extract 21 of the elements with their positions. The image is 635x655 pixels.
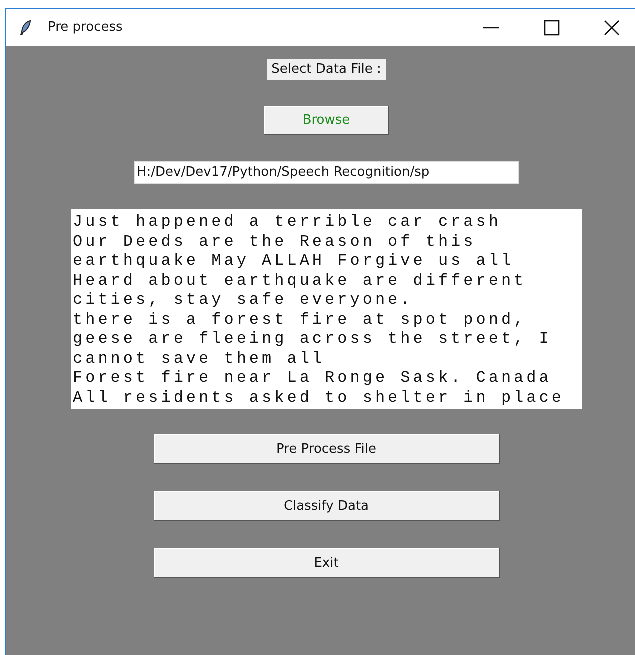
- action-button[interactable]: Pre Process File: [154, 434, 500, 464]
- maximize-icon[interactable]: [544, 20, 560, 36]
- browse-button[interactable]: Browse: [264, 106, 389, 135]
- text-line: cannot save them all: [73, 350, 326, 369]
- select-label: Select Data File :: [266, 59, 386, 80]
- text-line: geese are fleeing across the street, I: [73, 330, 553, 350]
- text-line: Heard about earthquake are different: [73, 272, 528, 291]
- text-line: cities, stay safe everyone.: [73, 291, 414, 310]
- window-title: Pre process: [48, 20, 124, 35]
- feather-icon: [20, 20, 32, 36]
- text-line: All residents asked to shelter in place: [73, 388, 566, 408]
- text-line: there is a forest fire at spot pond,: [73, 310, 528, 330]
- action-button[interactable]: Exit: [154, 548, 500, 578]
- text-line: Our Deeds are the Reason of this: [73, 232, 478, 252]
- text-area[interactable]: [71, 209, 582, 409]
- text-line: Just happened a terrible car crash: [73, 213, 502, 232]
- text-line: Forest fire near La Ronge Sask. Canada: [73, 369, 553, 388]
- close-icon[interactable]: [604, 20, 620, 36]
- text-line: earthquake May ALLAH Forgive us all: [73, 252, 516, 272]
- action-button[interactable]: Classify Data: [154, 491, 500, 521]
- file-path-field[interactable]: H:/Dev/Dev17/Python/Speech Recognition/sp: [134, 161, 519, 184]
